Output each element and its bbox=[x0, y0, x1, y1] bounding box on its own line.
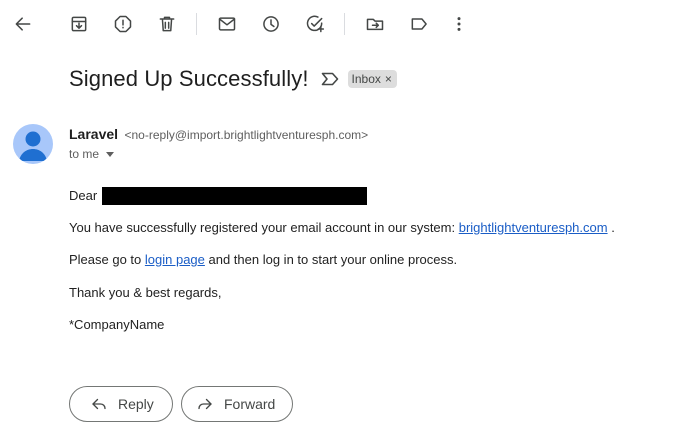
recipient-details-toggle[interactable]: to me bbox=[69, 147, 115, 161]
to-line-text: to me bbox=[69, 147, 100, 161]
greeting-text: Dear bbox=[69, 188, 98, 203]
registration-suffix: . bbox=[607, 220, 615, 235]
sender-line: Laravel <no-reply@import.brightlightvent… bbox=[69, 126, 368, 144]
mark-unread-icon bbox=[218, 17, 236, 31]
person-icon bbox=[19, 131, 47, 161]
forward-label: Forward bbox=[224, 396, 276, 412]
redacted-name-block bbox=[101, 187, 367, 205]
archive-button[interactable] bbox=[65, 10, 93, 38]
snooze-button[interactable] bbox=[257, 10, 285, 38]
registration-text: You have successfully registered your em… bbox=[69, 220, 459, 235]
importance-marker[interactable] bbox=[321, 72, 339, 86]
report-spam-icon bbox=[114, 15, 132, 33]
add-to-tasks-icon bbox=[306, 15, 325, 33]
add-to-tasks-button[interactable] bbox=[301, 10, 329, 38]
login-page-link[interactable]: login page bbox=[145, 252, 205, 267]
toolbar-divider bbox=[344, 13, 345, 35]
login-prefix: Please go to bbox=[69, 252, 145, 267]
chevron-down-icon bbox=[106, 151, 115, 157]
back-arrow-icon bbox=[15, 17, 31, 31]
label-button[interactable] bbox=[405, 10, 433, 38]
more-vert-icon bbox=[457, 17, 461, 31]
toolbar-divider bbox=[196, 13, 197, 35]
reply-icon bbox=[92, 398, 106, 410]
importance-marker-icon bbox=[321, 72, 338, 86]
signature-line: *CompanyName bbox=[69, 317, 165, 332]
delete-icon bbox=[159, 16, 175, 32]
archive-icon bbox=[71, 16, 87, 32]
move-to-icon bbox=[366, 18, 384, 31]
greeting-line: Dear bbox=[69, 187, 367, 205]
more-options-button[interactable] bbox=[445, 10, 473, 38]
report-spam-button[interactable] bbox=[109, 10, 137, 38]
sender-name[interactable]: Laravel bbox=[69, 126, 118, 142]
sender-avatar[interactable] bbox=[13, 124, 53, 164]
login-instruction-line: Please go to login page and then log in … bbox=[69, 252, 457, 267]
login-suffix: and then log in to start your online pro… bbox=[204, 252, 458, 267]
closing-line: Thank you & best regards, bbox=[69, 285, 222, 300]
snooze-icon bbox=[263, 16, 279, 32]
email-subject: Signed Up Successfully! bbox=[69, 66, 309, 91]
mark-unread-button[interactable] bbox=[213, 10, 241, 38]
forward-button[interactable]: Forward bbox=[181, 386, 293, 422]
reply-button[interactable]: Reply bbox=[69, 386, 173, 422]
inbox-label-chip: Inbox × bbox=[347, 70, 397, 88]
subject-row: Signed Up Successfully! Inbox × bbox=[69, 66, 397, 92]
forward-icon bbox=[198, 398, 212, 410]
delete-button[interactable] bbox=[153, 10, 181, 38]
message-toolbar bbox=[0, 0, 676, 48]
sender-email: <no-reply@import.brightlightventuresph.c… bbox=[124, 128, 369, 142]
website-link[interactable]: brightlightventuresph.com bbox=[459, 220, 608, 235]
remove-label-button[interactable]: × bbox=[385, 72, 392, 86]
registration-line: You have successfully registered your em… bbox=[69, 220, 615, 235]
label-icon bbox=[411, 18, 427, 30]
move-to-button[interactable] bbox=[361, 10, 389, 38]
label-chip-text: Inbox bbox=[351, 72, 381, 86]
reply-label: Reply bbox=[118, 396, 154, 412]
back-button[interactable] bbox=[9, 10, 37, 38]
